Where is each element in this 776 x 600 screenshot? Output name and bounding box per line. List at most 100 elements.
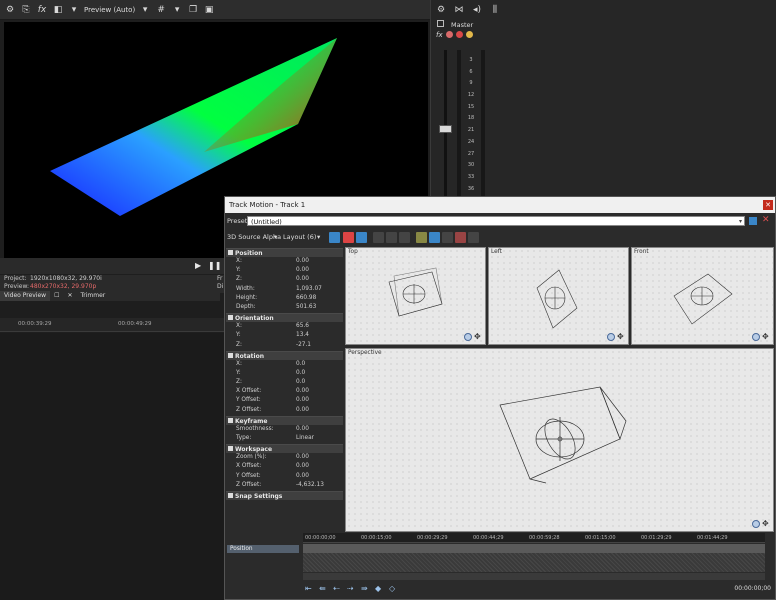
snap-icon[interactable] — [429, 232, 440, 243]
zoom-icon[interactable] — [607, 333, 615, 341]
section-orientation[interactable]: Orientation — [226, 313, 343, 323]
master-fader-track[interactable] — [444, 50, 447, 196]
prop-row[interactable]: Y Offset: 0.00 — [226, 396, 343, 405]
prevent-movement-icon[interactable] — [343, 232, 354, 243]
prop-row[interactable]: Z Offset: 0.00 — [226, 406, 343, 415]
gear-icon[interactable]: ⚙ — [4, 4, 16, 16]
prop-row[interactable]: Type: Linear — [226, 434, 343, 443]
prop-row[interactable]: Y Offset: 0.00 — [226, 472, 343, 481]
save-preset-icon[interactable] — [749, 217, 757, 225]
bus-icon[interactable]: ⋈ — [453, 4, 465, 16]
chevron-down-icon[interactable]: ▾ — [139, 4, 151, 16]
lock-x-icon[interactable] — [373, 232, 384, 243]
chevron-down-icon[interactable]: ▾ — [171, 4, 183, 16]
zoom-icon[interactable] — [752, 520, 760, 528]
lock-y-icon[interactable] — [386, 232, 397, 243]
sync-cursor-icon[interactable]: ⇤ — [305, 584, 314, 593]
preview-quality-dropdown[interactable]: Preview (Auto) — [84, 6, 135, 14]
pan-icon[interactable]: ✥ — [474, 333, 482, 341]
prop-row[interactable]: Y: 13.4 — [226, 331, 343, 340]
play-icon[interactable]: ▶ — [195, 262, 203, 270]
scale-about-center-icon[interactable] — [416, 232, 427, 243]
section-workspace[interactable]: Workspace — [226, 444, 343, 454]
prop-row[interactable]: Z: -27.1 — [226, 341, 343, 350]
prop-row[interactable]: Depth: 501.63 — [226, 303, 343, 312]
prop-row[interactable]: Z: 0.00 — [226, 275, 343, 284]
add-keyframe-icon[interactable]: ◆ — [375, 584, 384, 593]
show-axis-icon[interactable] — [455, 232, 466, 243]
gear-icon[interactable]: ⚙ — [435, 4, 447, 16]
fx-icon[interactable]: fx — [36, 4, 48, 16]
prop-row[interactable]: Y: 0.00 — [226, 266, 343, 275]
lock-z-icon[interactable] — [399, 232, 410, 243]
mixer-faders-icon[interactable]: ⫼ — [489, 4, 501, 16]
keyframe-ruler[interactable]: 00:00:00;00 00:00:15;00 00:00:29;29 00:0… — [303, 533, 765, 543]
next-keyframe-icon[interactable]: ⇢ — [347, 584, 356, 593]
timeline-ruler[interactable]: 00:00:39:29 00:00:49:29 — [0, 318, 224, 332]
master-toggle-icon[interactable] — [437, 20, 444, 27]
fx-plugin-icon[interactable] — [455, 31, 463, 38]
keyframe-scrollbar[interactable] — [303, 573, 765, 580]
section-keyframe[interactable]: Keyframe — [226, 415, 343, 425]
pan-icon[interactable]: ✥ — [762, 520, 770, 528]
copy-icon[interactable]: ❐ — [187, 4, 199, 16]
viewport-left[interactable]: Left ✥ — [488, 247, 629, 345]
zoom-icon[interactable] — [752, 333, 760, 341]
pause-icon[interactable]: ❚❚ — [208, 262, 221, 270]
tab-video-preview-float-icon[interactable]: ☐ — [50, 291, 63, 301]
pan-icon[interactable]: ✥ — [617, 333, 625, 341]
chevron-down-icon[interactable]: ▾ — [274, 233, 277, 241]
enable-rotation-icon[interactable] — [329, 232, 340, 243]
prop-row[interactable]: X: 0.0 — [226, 360, 343, 369]
tab-video-preview[interactable]: Video Preview — [0, 291, 51, 301]
section-rotation[interactable]: Rotation — [226, 350, 343, 360]
show-grid-icon[interactable] — [442, 232, 453, 243]
copy-snapshot-icon[interactable]: ⎘ — [20, 4, 32, 16]
viewport-front[interactable]: Front ✥ — [631, 247, 774, 345]
delete-keyframe-icon[interactable]: ◇ — [389, 584, 398, 593]
save-snapshot-icon[interactable]: ▣ — [203, 4, 215, 16]
speaker-icon[interactable]: ◂) — [471, 4, 483, 16]
grid-icon[interactable]: # — [155, 4, 167, 16]
prop-row[interactable]: Z: 0.0 — [226, 378, 343, 387]
prop-row[interactable]: Y: 0.0 — [226, 369, 343, 378]
fx-plugin-icon[interactable] — [445, 31, 453, 38]
previous-keyframe-icon[interactable]: ⇠ — [333, 584, 342, 593]
split-screen-icon[interactable]: ◧ — [52, 4, 64, 16]
section-position[interactable]: Position — [226, 248, 343, 257]
delete-preset-icon[interactable]: ✕ — [762, 215, 770, 225]
prop-row[interactable]: Z Offset: -4,632.13 — [226, 481, 343, 490]
master-fader-knob[interactable] — [439, 125, 452, 133]
close-icon[interactable]: ✕ — [763, 200, 773, 210]
layout-dropdown[interactable]: Layout (6) — [283, 233, 316, 241]
first-keyframe-icon[interactable]: ⇚ — [319, 584, 328, 593]
fx-plugin-icon[interactable] — [465, 31, 473, 38]
keyframe-track-label[interactable]: Position — [227, 545, 299, 553]
prop-row[interactable]: Height: 660.98 — [226, 294, 343, 303]
show-bounds-icon[interactable] — [468, 232, 479, 243]
timeline-body[interactable] — [0, 333, 224, 600]
viewport-perspective[interactable]: Perspective ✥ — [345, 348, 774, 532]
chevron-down-icon[interactable]: ▾ — [68, 4, 80, 16]
section-snap-settings[interactable]: Snap Settings — [226, 490, 343, 500]
source-alpha-dropdown[interactable]: 3D Source Alpha — [227, 233, 281, 241]
chevron-down-icon[interactable]: ▾ — [739, 217, 742, 227]
prop-row[interactable]: X: 0.00 — [226, 257, 343, 266]
prop-row[interactable]: Smoothness: 0.00 — [226, 425, 343, 434]
keyframe-row[interactable] — [303, 544, 765, 553]
cursor-time[interactable]: 00:00:00;00 — [734, 585, 771, 592]
fx-icon[interactable]: fx — [436, 31, 443, 39]
prop-row[interactable]: X: 65.6 — [226, 322, 343, 331]
close-icon[interactable]: ✕ — [63, 291, 76, 301]
prop-row[interactable]: Zoom (%): 0.00 — [226, 453, 343, 462]
tab-trimmer[interactable]: Trimmer — [77, 291, 110, 301]
prop-row[interactable]: X Offset: 0.00 — [226, 387, 343, 396]
edit-in-object-space-icon[interactable] — [356, 232, 367, 243]
viewport-top[interactable]: Top ✥ — [345, 247, 486, 345]
pan-icon[interactable]: ✥ — [762, 333, 770, 341]
last-keyframe-icon[interactable]: ⇛ — [361, 584, 370, 593]
prop-row[interactable]: Width: 1,093.07 — [226, 285, 343, 294]
chevron-down-icon[interactable]: ▾ — [317, 233, 320, 241]
prop-row[interactable]: X Offset: 0.00 — [226, 462, 343, 471]
preset-dropdown[interactable]: (Untitled) ▾ — [247, 216, 745, 226]
